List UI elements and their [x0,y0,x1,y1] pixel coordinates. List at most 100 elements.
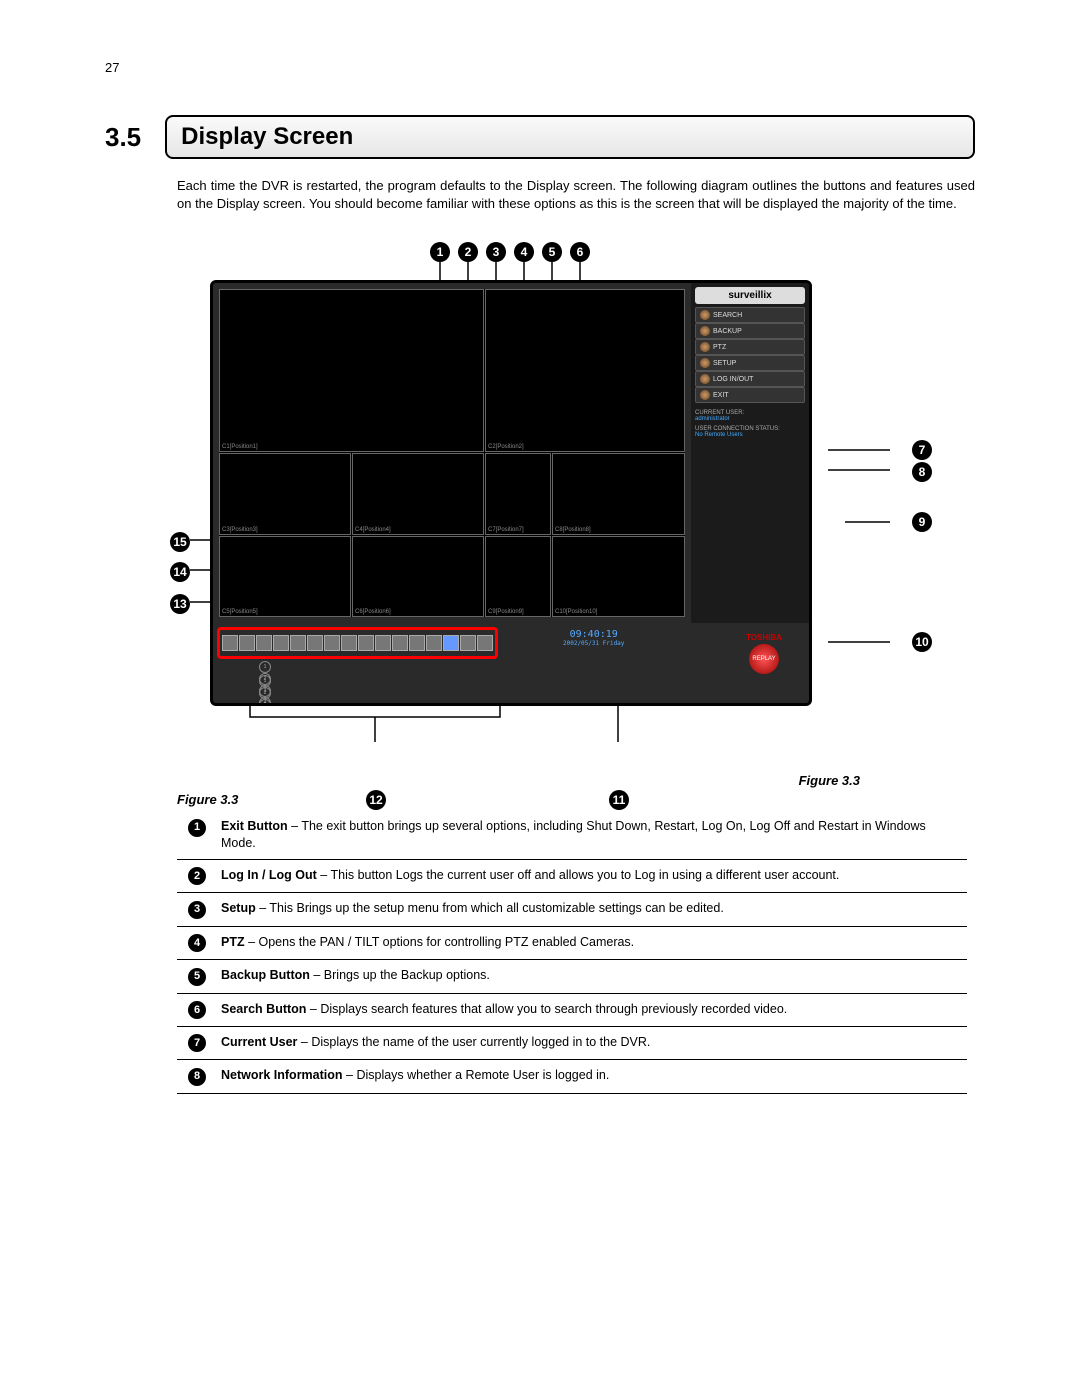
callout: 1 [430,242,450,262]
legend-row: 4 PTZ – Opens the PAN / TILT options for … [177,926,967,959]
button-icon [700,310,710,320]
legend-row: 8 Network Information – Displays whether … [177,1060,967,1093]
callout: 8 [912,462,932,482]
ptz-button[interactable]: PTZ [695,339,805,355]
layout-button[interactable] [409,635,425,651]
legend-number: 5 [188,968,206,986]
section-number: 3.5 [105,122,141,153]
layout-button[interactable] [477,635,493,651]
callout: 14 [170,562,190,582]
replay-button[interactable]: REPLAY [749,644,779,674]
callout: 4 [514,242,534,262]
callout: 7 [912,440,932,460]
layout-button[interactable] [290,635,306,651]
legend-number: 2 [188,867,206,885]
callout: 10 [912,632,932,652]
layout-button[interactable] [392,635,408,651]
video-cell: C1[Position1] [219,289,484,452]
legend-number: 1 [188,819,206,837]
legend-text: Exit Button – The exit button brings up … [217,811,967,859]
video-cell: C8[Position8] [552,453,685,535]
button-icon [700,326,710,336]
callout: 5 [542,242,562,262]
button-icon [700,342,710,352]
legend-number: 8 [188,1068,206,1086]
replay-area: TOSHIBA REPLAY [729,628,799,678]
setup-button[interactable]: SETUP [695,355,805,371]
layout-toolbar[interactable] [217,627,498,659]
layout-button[interactable] [324,635,340,651]
video-cell: C3[Position3] [219,453,351,535]
video-cell: C5[Position5] [219,536,351,618]
legend-row: 5 Backup Button – Brings up the Backup op… [177,960,967,993]
section-title: Display Screen [165,115,975,159]
callout: 15 [170,532,190,552]
legend-text: Network Information – Displays whether a… [217,1060,967,1093]
indicator-dot: 1 [259,661,271,673]
legend-row: 2 Log In / Log Out – This button Logs the… [177,859,967,892]
callout: 13 [170,594,190,614]
dvr-bottom-bar: 09:40:19 2002/05/31 Friday TOSHIBA REPLA… [213,623,809,693]
legend-row: 1 Exit Button – The exit button brings up… [177,811,967,859]
layout-button[interactable] [460,635,476,651]
figure-caption-2: Figure 3.3 [177,792,975,807]
legend-text: PTZ – Opens the PAN / TILT options for c… [217,926,967,959]
layout-button[interactable] [426,635,442,651]
indicator-dot: 3 [259,699,271,706]
figure-caption: Figure 3.3 [799,773,860,788]
dvr-sidebar: surveillix SEARCHBACKUPPTZSETUPLOG IN/OU… [691,283,809,623]
legend-number: 6 [188,1001,206,1019]
video-cell: C2[Position2] [485,289,685,452]
layout-button[interactable] [273,635,289,651]
callout: 2 [458,242,478,262]
layout-button[interactable] [341,635,357,651]
page-number: 27 [105,60,975,75]
legend-number: 4 [188,934,206,952]
top-callouts: 123456 [430,242,590,262]
surveillix-logo: surveillix [695,287,805,304]
legend-text: Backup Button – Brings up the Backup opt… [217,960,967,993]
video-cell: C4[Position4] [352,453,484,535]
search-button[interactable]: SEARCH [695,307,805,323]
button-icon [700,358,710,368]
diagram: 123456 [190,242,890,762]
layout-button[interactable] [256,635,272,651]
legend-row: 6 Search Button – Displays search feature… [177,993,967,1026]
legend-text: Search Button – Displays search features… [217,993,967,1026]
indicator-dot: 2 [259,687,271,699]
exit-button[interactable]: EXIT [695,387,805,403]
indicator-dot: 1 [259,675,271,687]
legend-number: 3 [188,901,206,919]
legend-text: Log In / Log Out – This button Logs the … [217,859,967,892]
layout-button[interactable] [222,635,238,651]
log-in-out-button[interactable]: LOG IN/OUT [695,371,805,387]
legend-table: 1 Exit Button – The exit button brings up… [177,811,967,1094]
backup-button[interactable]: BACKUP [695,323,805,339]
intro-paragraph: Each time the DVR is restarted, the prog… [177,177,975,212]
callout: 12 [366,790,386,810]
conn-status-value: No Remote Users [695,432,805,438]
button-icon [700,390,710,400]
legend-row: 7 Current User – Displays the name of the… [177,1026,967,1059]
callout: 9 [912,512,932,532]
video-grid: C1[Position1] C2[Position2] C3[Position3… [219,289,685,617]
legend-number: 7 [188,1034,206,1052]
video-cell: C10[Position10] [552,536,685,618]
layout-button[interactable] [375,635,391,651]
legend-row: 3 Setup – This Brings up the setup menu f… [177,893,967,926]
legend-text: Setup – This Brings up the setup menu fr… [217,893,967,926]
layout-button[interactable] [358,635,374,651]
layout-button[interactable] [239,635,255,651]
layout-button[interactable] [443,635,459,651]
toshiba-brand: TOSHIBA [746,633,782,642]
legend-text: Current User – Displays the name of the … [217,1026,967,1059]
video-cell: C6[Position6] [352,536,484,618]
video-cell: C9[Position9] [485,536,551,618]
section-header: 3.5 Display Screen [105,115,975,159]
relay-row: RELAY 12345678910111213141516 [221,675,271,706]
current-user-value: administrator [695,416,805,422]
video-cell: C7[Position7] [485,453,551,535]
callout: 6 [570,242,590,262]
layout-button[interactable] [307,635,323,651]
dvr-screenshot: C1[Position1] C2[Position2] C3[Position3… [210,280,812,706]
